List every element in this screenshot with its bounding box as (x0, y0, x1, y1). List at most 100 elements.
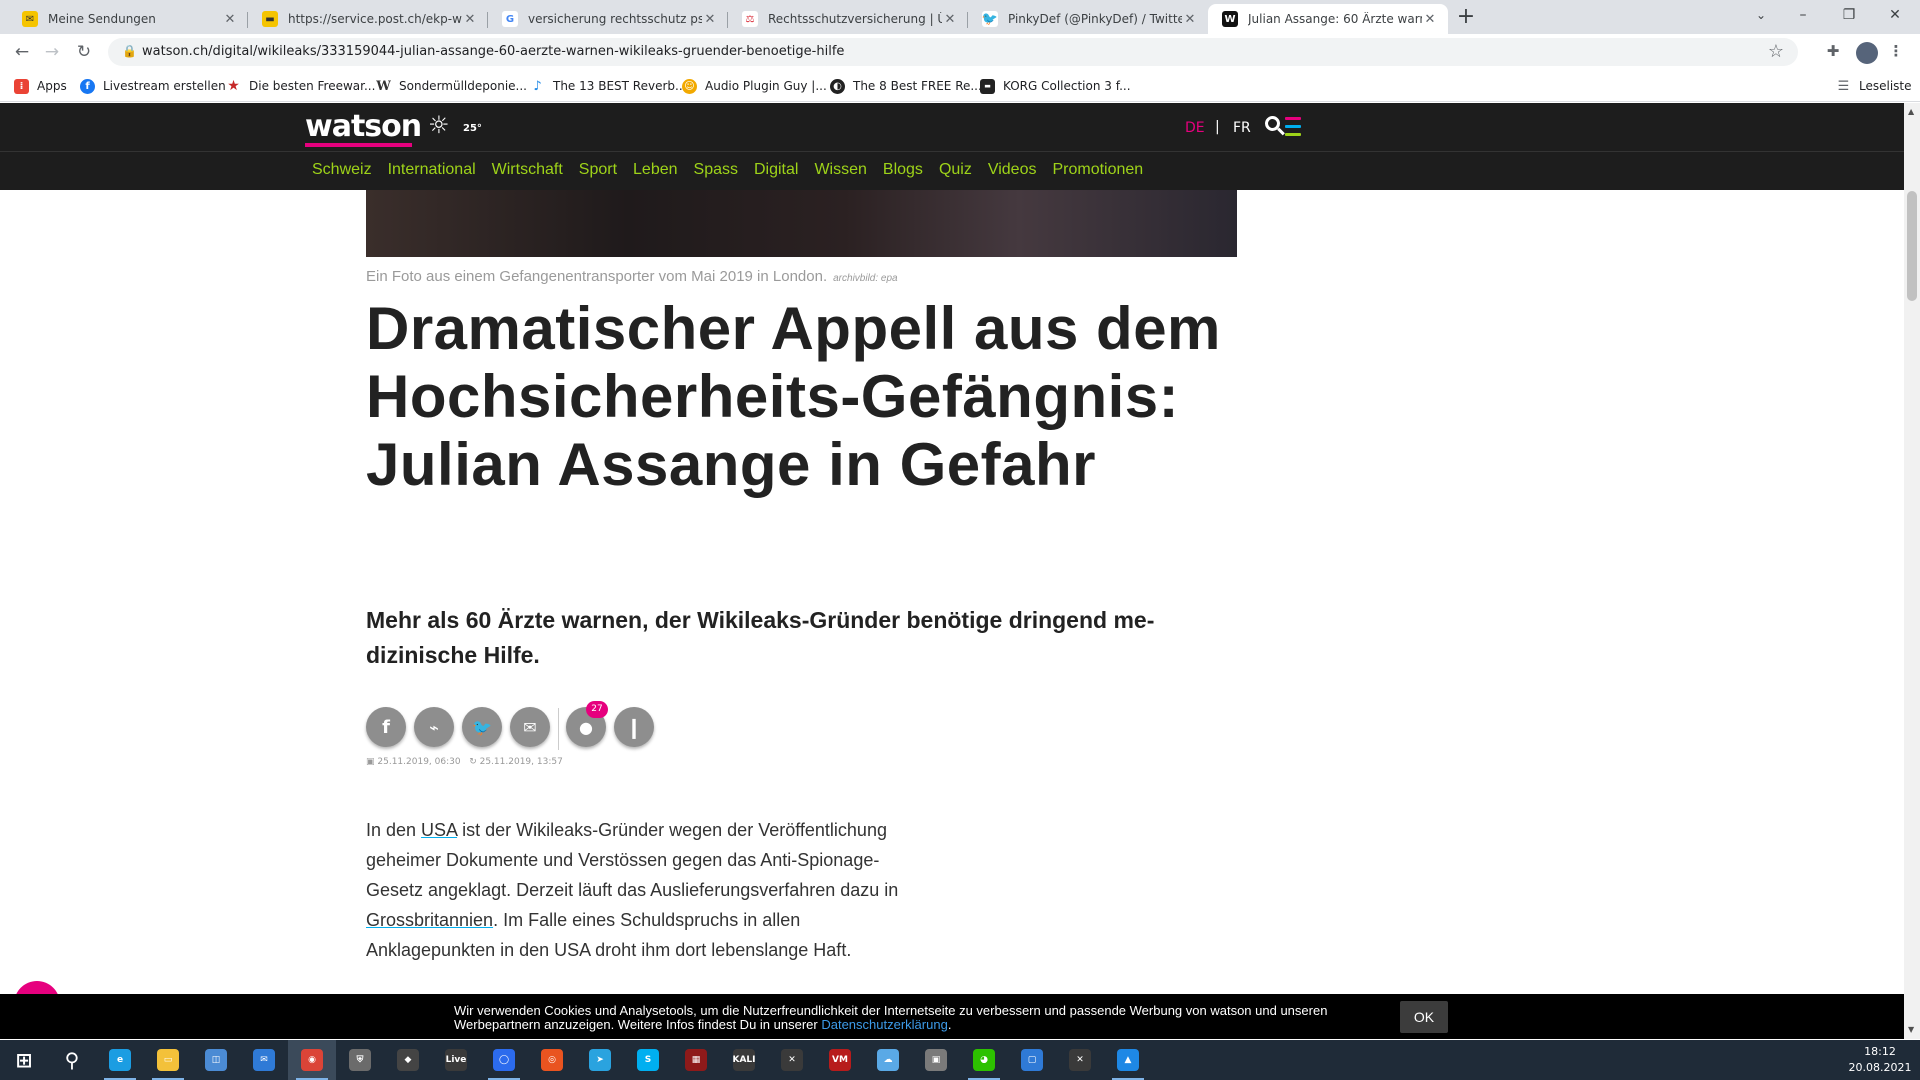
taskbar-item-search[interactable]: ⚲ (48, 1040, 96, 1080)
bookmark-apps[interactable]: ⁞ Apps (14, 76, 67, 96)
taskbar-item-windows-start[interactable]: ⊞ (0, 1040, 48, 1080)
watson-logo[interactable]: watson (305, 109, 422, 144)
taskbar-item-game-app[interactable]: ⛨ (336, 1040, 384, 1080)
close-window-button[interactable]: ✕ (1872, 0, 1918, 30)
taskbar-item-cloud-app[interactable]: ☁ (864, 1040, 912, 1080)
nav-spass[interactable]: Spass (694, 161, 738, 179)
extensions-icon[interactable]: ✚ (1823, 42, 1843, 62)
bookmark-korg[interactable]: ▬ KORG Collection 3 f... (980, 76, 1131, 96)
taskbar-item-photos[interactable]: ▲ (1104, 1040, 1152, 1080)
facebook-share-button[interactable]: f (366, 707, 406, 747)
lock-icon[interactable]: 🔒 (122, 44, 137, 58)
page-scrollbar[interactable]: ▲ ▼ (1904, 103, 1920, 1039)
taskbar-item-voice-meeter[interactable]: VM (816, 1040, 864, 1080)
taskbar-item-window-app[interactable]: ▢ (1008, 1040, 1056, 1080)
taskbar-item-telegram[interactable]: ➤ (576, 1040, 624, 1080)
back-button[interactable]: ← (10, 40, 34, 64)
taskbar-item-file-explorer[interactable]: ▭ (144, 1040, 192, 1080)
address-bar[interactable]: 🔒 watson.ch/digital/wikileaks/333159044-… (108, 38, 1798, 66)
apps-grid-icon: ⁞ (14, 78, 29, 94)
tab-meine-sendungen[interactable]: ✉ Meine Sendungen ✕ (8, 4, 248, 34)
bookmark-article-button[interactable]: ❙ (614, 707, 654, 747)
close-icon[interactable]: ✕ (942, 12, 958, 27)
taskbar-item-sequencer[interactable]: ▦ (672, 1040, 720, 1080)
bookmark-reverb[interactable]: ♪ The 13 BEST Reverb... (530, 76, 686, 96)
watson-icon: W (1222, 11, 1238, 27)
bookmark-audio-plugin-guy[interactable]: ☺ Audio Plugin Guy |... (682, 76, 827, 96)
tab-post-service[interactable]: ▬ https://service.post.ch/ekp-web/ ✕ (248, 4, 488, 34)
nav-international[interactable]: International (388, 161, 476, 179)
taskbar-item-kali[interactable]: KALI (720, 1040, 768, 1080)
nav-promotionen[interactable]: Promotionen (1052, 161, 1143, 179)
weather-icon[interactable]: ☼ (428, 111, 450, 139)
minimize-button[interactable]: – (1780, 0, 1826, 30)
new-tab-button[interactable]: + (1452, 4, 1480, 32)
nav-wissen[interactable]: Wissen (814, 161, 866, 179)
search-menu-button[interactable] (1265, 115, 1301, 139)
taskbar-item-live-app[interactable]: Live (432, 1040, 480, 1080)
tab-watson-active[interactable]: W Julian Assange: 60 Ärzte warnen, ✕ (1208, 4, 1448, 34)
tab-twitter[interactable]: 🐦 PinkyDef (@PinkyDef) / Twitter ✕ (968, 4, 1208, 34)
taskbar-item-music-tool-2[interactable]: ✕ (1056, 1040, 1104, 1080)
taskbar-item-store[interactable]: ◫ (192, 1040, 240, 1080)
nav-blogs[interactable]: Blogs (883, 161, 923, 179)
lang-fr-link[interactable]: FR (1233, 120, 1251, 136)
bookmark-freeware[interactable]: ★ Die besten Freewar... (226, 76, 375, 96)
bookmark-label: Apps (37, 79, 67, 93)
nav-schweiz[interactable]: Schweiz (312, 161, 372, 179)
scroll-down-icon[interactable]: ▼ (1908, 1025, 1914, 1034)
search-icon: ⚲ (64, 1048, 80, 1072)
close-icon[interactable]: ✕ (462, 12, 478, 27)
close-icon[interactable]: ✕ (222, 12, 238, 27)
reload-button[interactable]: ↻ (72, 40, 96, 64)
taskbar-item-chrome[interactable]: ◉ (288, 1040, 336, 1080)
nav-sport[interactable]: Sport (579, 161, 617, 179)
messenger-share-button[interactable]: ⌁ (414, 707, 454, 747)
menu-dots-icon[interactable]: ⋮ (1886, 42, 1906, 62)
taskbar-item-photo-app[interactable]: ▣ (912, 1040, 960, 1080)
tab-google-search[interactable]: G versicherung rechtsschutz psychi ✕ (488, 4, 728, 34)
taskbar-item-ubuntu[interactable]: ◎ (528, 1040, 576, 1080)
taskbar-item-skype[interactable]: S (624, 1040, 672, 1080)
bookmark-best-free[interactable]: ◐ The 8 Best FREE Re... (830, 76, 982, 96)
tab-rechtsschutz[interactable]: ⚖ Rechtsschutzversicherung | Über ✕ (728, 4, 968, 34)
photo-app-icon: ▣ (925, 1049, 947, 1071)
close-icon[interactable]: ✕ (1422, 12, 1438, 27)
close-icon[interactable]: ✕ (1182, 12, 1198, 27)
tab-search-icon[interactable]: ⌄ (1738, 0, 1784, 30)
email-share-button[interactable]: ✉ (510, 707, 550, 747)
nav-videos[interactable]: Videos (988, 161, 1037, 179)
nav-leben[interactable]: Leben (633, 161, 678, 179)
lang-de-link[interactable]: DE (1185, 120, 1205, 136)
scroll-up-icon[interactable]: ▲ (1908, 107, 1914, 116)
bookmark-livestream[interactable]: f Livestream erstellen (80, 76, 226, 96)
cookie-ok-button[interactable]: OK (1400, 1001, 1448, 1033)
nav-wirtschaft[interactable]: Wirtschaft (492, 161, 563, 179)
bookmark-sondermuell[interactable]: W Sondermülldeponie... (376, 76, 527, 96)
restore-button[interactable]: ❐ (1826, 0, 1872, 30)
taskbar-item-music-tool[interactable]: ✕ (768, 1040, 816, 1080)
taskbar-item-inkscape[interactable]: ◆ (384, 1040, 432, 1080)
taskbar-item-wechat[interactable]: ◕ (960, 1040, 1008, 1080)
link-grossbritannien[interactable]: Grossbritannien (366, 910, 493, 930)
twitter-share-button[interactable]: 🐦 (462, 707, 502, 747)
url-text[interactable]: watson.ch/digital/wikileaks/333159044-ju… (142, 44, 844, 59)
cloud-app-icon: ☁ (877, 1049, 899, 1071)
close-icon[interactable]: ✕ (702, 12, 718, 27)
facebook-icon: f (80, 78, 95, 94)
taskbar-item-signal[interactable]: ◯ (480, 1040, 528, 1080)
system-clock[interactable]: 18:12 20.08.2021 (1848, 1044, 1912, 1076)
privacy-policy-link[interactable]: Datenschutzerklärung (821, 1017, 947, 1032)
profile-avatar[interactable] (1856, 42, 1878, 64)
nav-quiz[interactable]: Quiz (939, 161, 972, 179)
reading-list[interactable]: ☰ Leseliste (1836, 76, 1912, 96)
hero-image (366, 190, 1237, 257)
link-usa[interactable]: USA (421, 820, 457, 840)
taskbar-item-edge[interactable]: e (96, 1040, 144, 1080)
bookmark-star-icon[interactable]: ☆ (1768, 41, 1784, 62)
taskbar-item-mail[interactable]: ✉ (240, 1040, 288, 1080)
nav-digital[interactable]: Digital (754, 161, 798, 179)
scrollbar-thumb[interactable] (1907, 191, 1917, 301)
sequencer-icon: ▦ (685, 1049, 707, 1071)
forward-button[interactable]: → (40, 40, 64, 64)
